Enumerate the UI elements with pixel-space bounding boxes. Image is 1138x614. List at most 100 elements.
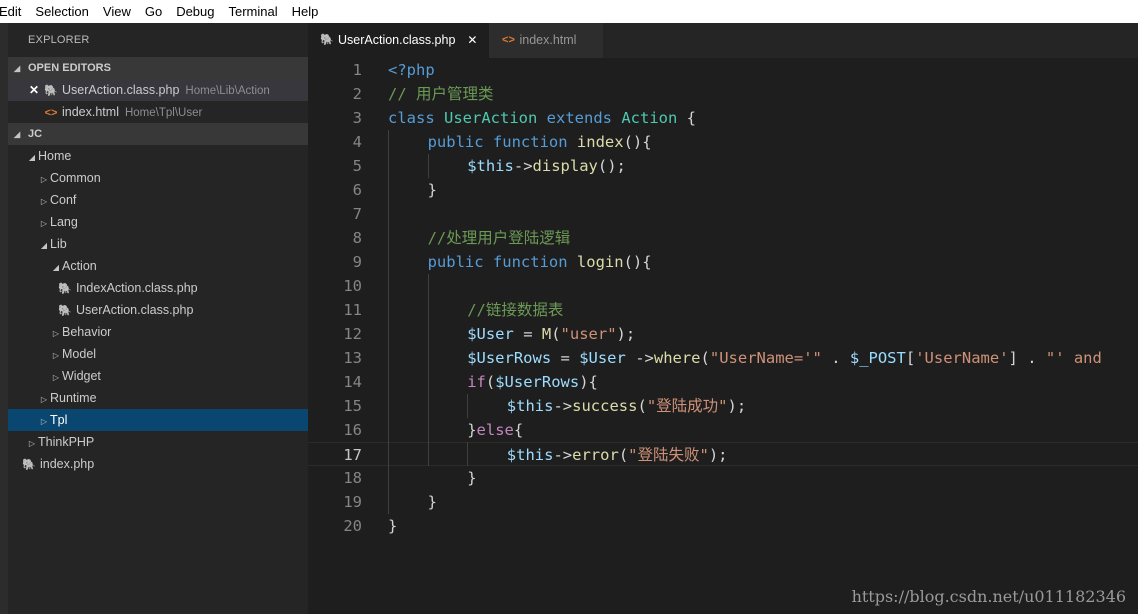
line-number: 1 xyxy=(352,61,362,79)
tree-folder-lib[interactable]: ◢ Lib xyxy=(8,233,308,255)
project-header[interactable]: ◢ JC xyxy=(8,123,308,145)
code-line[interactable]: 19} xyxy=(308,490,1138,514)
code-line[interactable]: 17 $this->error("登陆失败"); xyxy=(308,442,1138,466)
chevron-right-icon: ▷ xyxy=(40,417,48,426)
code-line[interactable]: 10 xyxy=(308,274,1138,298)
menu-go[interactable]: Go xyxy=(138,0,169,23)
code-token: $this xyxy=(506,446,554,464)
chevron-right-icon: ▷ xyxy=(40,395,48,404)
close-icon[interactable]: ✕ xyxy=(467,23,477,58)
menu-debug[interactable]: Debug xyxy=(169,0,221,23)
tree-folder-thinkphp[interactable]: ▷ ThinkPHP xyxy=(8,431,308,453)
code-line[interactable]: 20} xyxy=(308,514,1138,538)
tree-item-label: Runtime xyxy=(50,391,97,405)
tree-item-label: Lib xyxy=(50,237,67,251)
line-number: 14 xyxy=(343,373,362,391)
code-token: (); xyxy=(597,157,626,175)
code-token: function xyxy=(492,133,577,151)
tree-folder-behavior[interactable]: ▷ Behavior xyxy=(8,321,308,343)
code-line[interactable]: 2 // 用户管理类 xyxy=(308,82,1138,106)
indent-guide xyxy=(427,274,429,466)
code-token: ( xyxy=(485,373,496,391)
code-token: } xyxy=(427,493,437,511)
code-token: UserAction xyxy=(444,109,538,127)
tree-folder-action[interactable]: ◢ Action xyxy=(8,255,308,277)
code-token: ); xyxy=(616,325,636,343)
chevron-right-icon: ▷ xyxy=(52,329,60,338)
code-token: if xyxy=(467,373,486,391)
code-text: public function login(){ xyxy=(428,250,652,274)
code-token: function xyxy=(492,253,577,271)
menu-help[interactable]: Help xyxy=(285,0,326,23)
code-line[interactable]: 13 $UserRows = $User ->where("UserName='"… xyxy=(308,346,1138,370)
code-token: class xyxy=(388,109,444,127)
tree-folder-widget[interactable]: ▷ Widget xyxy=(8,365,308,387)
code-token: public xyxy=(427,133,493,151)
code-line[interactable]: 5 $this->display(); xyxy=(308,154,1138,178)
tree-item-label: Action xyxy=(62,259,97,273)
chevron-right-icon: ▷ xyxy=(52,373,60,382)
menu-edit[interactable]: Edit xyxy=(0,0,28,23)
code-line[interactable]: 11 //链接数据表 xyxy=(308,298,1138,322)
code-line[interactable]: 15 $this->success("登陆成功"); xyxy=(308,394,1138,418)
menu-selection[interactable]: Selection xyxy=(28,0,95,23)
code-line[interactable]: 18} xyxy=(308,466,1138,490)
code-token: "user" xyxy=(560,325,617,343)
activity-bar xyxy=(0,23,8,614)
code-token: // 用户管理类 xyxy=(388,85,494,103)
line-number: 9 xyxy=(352,253,362,271)
tree-item-label: IndexAction.class.php xyxy=(76,281,198,295)
code-token: success xyxy=(572,397,638,415)
code-token: extends xyxy=(537,109,622,127)
code-line[interactable]: 1 <?php xyxy=(308,58,1138,82)
code-token: M xyxy=(541,325,552,343)
code-token: } xyxy=(467,421,477,439)
tree-folder-conf[interactable]: ▷ Conf xyxy=(8,189,308,211)
tree-folder-model[interactable]: ▷ Model xyxy=(8,343,308,365)
tree-folder-runtime[interactable]: ▷ Runtime xyxy=(8,387,308,409)
open-editors-header[interactable]: ◢ OPEN EDITORS xyxy=(8,57,308,79)
close-icon[interactable]: ✕ xyxy=(28,79,40,101)
code-line[interactable]: 16}else{ xyxy=(308,418,1138,442)
tree-file-indexaction[interactable]: 🐘 IndexAction.class.php xyxy=(8,277,308,299)
code-token: $User xyxy=(579,349,626,367)
open-editor-item-useraction[interactable]: ✕ 🐘 UserAction.class.php Home\Lib\Action xyxy=(8,79,308,101)
code-token: ){ xyxy=(579,373,598,391)
tree-file-index-php[interactable]: 🐘 index.php xyxy=(8,453,308,475)
file-tree: ◢ Home ▷ Common ▷ Conf ▷ Lang ◢ Lib ◢ Action 🐘… xyxy=(8,145,308,475)
line-number: 10 xyxy=(343,277,362,295)
menu-terminal[interactable]: Terminal xyxy=(222,0,285,23)
code-token: ( xyxy=(637,397,647,415)
code-editor[interactable]: 1 <?php 2 // 用户管理类 3 class UserAction extends… xyxy=(308,58,1138,614)
line-number: 15 xyxy=(343,397,362,415)
code-token: $UserRows xyxy=(467,349,552,367)
code-line[interactable]: 12 $User = M("user"); xyxy=(308,322,1138,346)
menu-view[interactable]: View xyxy=(96,0,138,23)
tab-useraction[interactable]: 🐘 UserAction.class.php ✕ xyxy=(308,23,490,58)
tree-folder-common[interactable]: ▷ Common xyxy=(8,167,308,189)
code-line[interactable]: 9 public function login(){ xyxy=(308,250,1138,274)
code-token: login xyxy=(576,253,624,271)
tree-folder-home[interactable]: ◢ Home xyxy=(8,145,308,167)
tree-folder-lang[interactable]: ▷ Lang xyxy=(8,211,308,233)
chevron-down-icon: ◢ xyxy=(28,153,36,162)
tree-file-useraction[interactable]: 🐘 UserAction.class.php xyxy=(8,299,308,321)
code-token: where xyxy=(653,349,701,367)
code-token: ( xyxy=(551,325,561,343)
tab-index-html[interactable]: <> index.html xyxy=(489,23,604,58)
code-line[interactable]: 3 class UserAction extends Action { xyxy=(308,106,1138,130)
code-line[interactable]: 8 //处理用户登陆逻辑 xyxy=(308,226,1138,250)
code-line[interactable]: 6} xyxy=(308,178,1138,202)
code-line[interactable]: 14 if($UserRows){ xyxy=(308,370,1138,394)
code-token: //处理用户登陆逻辑 xyxy=(427,229,571,247)
indent-guide xyxy=(427,154,429,178)
code-text: class UserAction extends Action { xyxy=(388,106,696,130)
html-icon: <> xyxy=(44,107,58,119)
code-token: "UserName='" xyxy=(709,349,822,367)
open-editor-item-index-html[interactable]: <> index.html Home\Tpl\User xyxy=(8,101,308,123)
code-token: $User xyxy=(467,325,514,343)
code-line[interactable]: 7 xyxy=(308,202,1138,226)
php-icon: 🐘 xyxy=(22,459,36,471)
tree-folder-tpl[interactable]: ▷ Tpl xyxy=(8,409,308,431)
code-line[interactable]: 4 public function index(){ xyxy=(308,130,1138,154)
